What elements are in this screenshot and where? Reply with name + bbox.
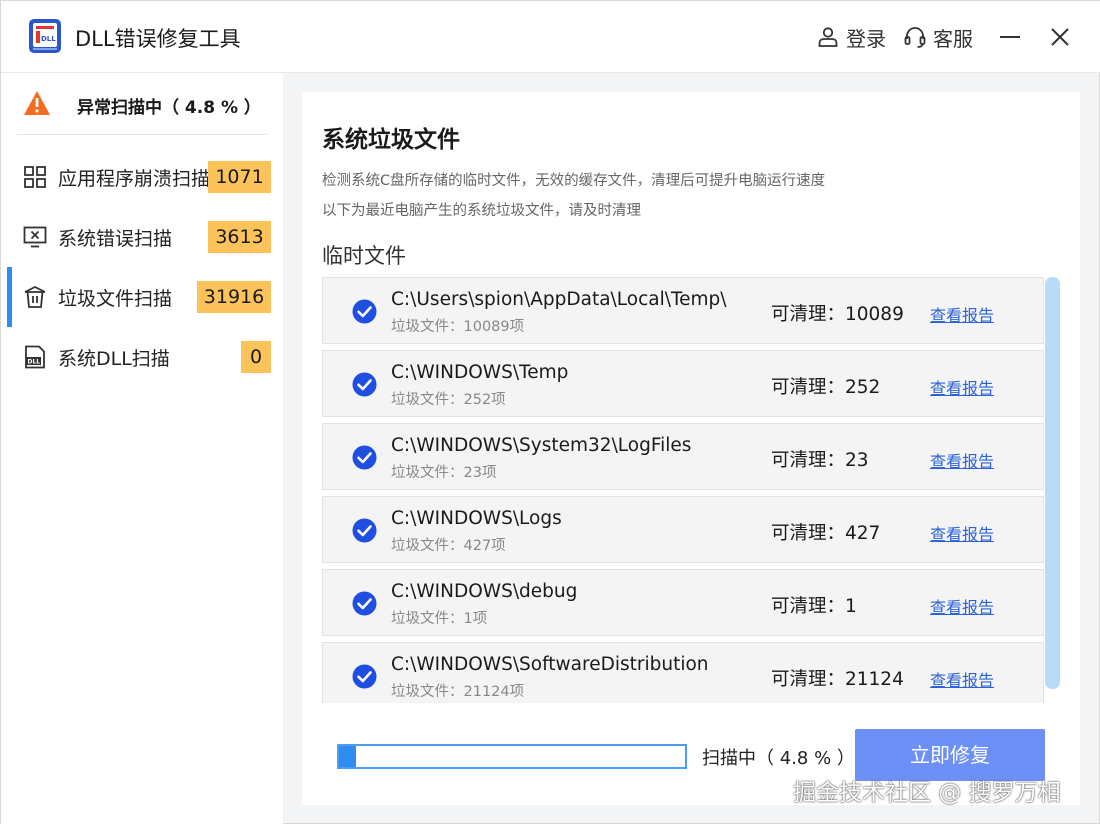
count-badge: 31916 (197, 281, 271, 313)
sidebar-item-system-error[interactable]: 系统错误扫描 3613 (1, 207, 283, 267)
user-icon (818, 27, 838, 47)
monitor-error-icon (23, 226, 47, 248)
list-item: C:\WINDOWS\Temp 垃圾文件：252项 可清理：252 查看报告 (322, 350, 1044, 417)
check-circle-icon[interactable] (352, 299, 377, 324)
section-title: 临时文件 (322, 244, 406, 268)
view-report-link[interactable]: 查看报告 (930, 667, 994, 691)
count-badge: 1071 (208, 161, 271, 193)
scan-status-text: 异常扫描中（ 4.8 % ） (77, 98, 261, 118)
view-report-link[interactable]: 查看报告 (930, 594, 994, 618)
sidebar-item-label: 系统DLL扫描 (58, 348, 170, 370)
file-path: C:\WINDOWS\Logs (391, 508, 562, 529)
check-circle-icon[interactable] (352, 518, 377, 543)
check-circle-icon[interactable] (352, 664, 377, 689)
description-line-1: 检测系统C盘所存储的临时文件，无效的缓存文件，清理后可提升电脑运行速度 (322, 173, 826, 189)
count-badge: 0 (241, 341, 271, 373)
app-title: DLL错误修复工具 (75, 27, 241, 51)
scan-progress-text: 扫描中（ 4.8 % ） (702, 748, 855, 769)
sidebar-item-label: 应用程序崩溃扫描 (58, 168, 211, 190)
junk-count: 垃圾文件：21124项 (391, 684, 525, 700)
view-report-link[interactable]: 查看报告 (930, 302, 994, 326)
junk-count: 垃圾文件：427项 (391, 538, 506, 554)
dll-file-icon: DLL (25, 345, 45, 369)
sidebar-divider (17, 134, 267, 135)
list-item: C:\WINDOWS\Logs 垃圾文件：427项 可清理：427 查看报告 (322, 496, 1044, 563)
app-window: DLL DLL错误修复工具 登录 客服 异常扫描中（ 4.8 % ） 应用程序崩… (0, 0, 1100, 824)
scan-progress-fill (339, 746, 356, 767)
count-badge: 3613 (208, 221, 271, 253)
svg-text:DLL: DLL (28, 359, 41, 366)
view-report-link[interactable]: 查看报告 (930, 448, 994, 472)
warning-icon (24, 91, 50, 115)
sidebar: 异常扫描中（ 4.8 % ） 应用程序崩溃扫描 1071 系统错误扫描 3613 (1, 73, 283, 824)
cleanable-count: 可清理：427 (771, 523, 881, 544)
junk-count: 垃圾文件：23项 (391, 465, 497, 481)
headset-icon (904, 27, 926, 48)
customer-service-button[interactable]: 客服 (903, 23, 973, 51)
file-path: C:\WINDOWS\SoftwareDistribution (391, 654, 709, 675)
sidebar-item-label: 系统错误扫描 (58, 228, 173, 250)
login-label: 登录 (846, 26, 886, 51)
active-indicator (7, 267, 12, 327)
trash-icon (24, 285, 46, 308)
main-panel: 系统垃圾文件 检测系统C盘所存储的临时文件，无效的缓存文件，清理后可提升电脑运行… (302, 92, 1080, 805)
app-logo-icon: DLL (29, 19, 61, 53)
service-label: 客服 (933, 26, 973, 51)
minimize-icon[interactable] (996, 23, 1024, 51)
cleanable-count: 可清理：10089 (771, 304, 904, 325)
junk-count: 垃圾文件：252项 (391, 392, 506, 408)
close-icon[interactable] (1046, 23, 1074, 51)
cleanable-count: 可清理：1 (771, 596, 857, 617)
svg-text:DLL: DLL (41, 35, 56, 43)
list-item: C:\WINDOWS\debug 垃圾文件：1项 可清理：1 查看报告 (322, 569, 1044, 636)
check-circle-icon[interactable] (352, 591, 377, 616)
sidebar-item-label: 垃圾文件扫描 (58, 288, 173, 310)
file-path: C:\WINDOWS\System32\LogFiles (391, 435, 692, 456)
cleanable-count: 可清理：21124 (771, 669, 904, 690)
scan-progress-bar (337, 744, 687, 769)
description-line-2: 以下为最近电脑产生的系统垃圾文件，请及时清理 (322, 203, 641, 219)
list-item: C:\Users\spion\AppData\Local\Temp\ 垃圾文件：… (322, 277, 1044, 344)
check-circle-icon[interactable] (352, 445, 377, 470)
sidebar-item-junk-files[interactable]: 垃圾文件扫描 31916 (1, 267, 283, 327)
cleanable-count: 可清理：23 (771, 450, 869, 471)
view-report-link[interactable]: 查看报告 (930, 375, 994, 399)
list-item: C:\WINDOWS\System32\LogFiles 垃圾文件：23项 可清… (322, 423, 1044, 490)
junk-count: 垃圾文件：10089项 (391, 319, 525, 335)
page-title: 系统垃圾文件 (322, 127, 460, 153)
temp-file-list: C:\Users\spion\AppData\Local\Temp\ 垃圾文件：… (322, 277, 1044, 703)
title-bar: DLL DLL错误修复工具 登录 客服 (1, 1, 1100, 73)
cleanable-count: 可清理：252 (771, 377, 881, 398)
file-path: C:\WINDOWS\debug (391, 581, 578, 602)
check-circle-icon[interactable] (352, 372, 377, 397)
view-report-link[interactable]: 查看报告 (930, 521, 994, 545)
scan-status: 异常扫描中（ 4.8 % ） (1, 73, 283, 135)
list-scrollbar[interactable] (1045, 277, 1060, 689)
login-button[interactable]: 登录 (816, 23, 886, 51)
file-path: C:\WINDOWS\Temp (391, 362, 569, 383)
sidebar-item-system-dll[interactable]: DLL 系统DLL扫描 0 (1, 327, 283, 387)
watermark: 掘金技术社区 @ 搜罗万相 (793, 780, 1061, 806)
sidebar-item-app-crash[interactable]: 应用程序崩溃扫描 1071 (1, 147, 283, 207)
file-path: C:\Users\spion\AppData\Local\Temp\ (391, 289, 727, 310)
grid-icon (24, 166, 46, 188)
junk-count: 垃圾文件：1项 (391, 611, 488, 627)
list-item: C:\WINDOWS\SoftwareDistribution 垃圾文件：211… (322, 642, 1044, 703)
